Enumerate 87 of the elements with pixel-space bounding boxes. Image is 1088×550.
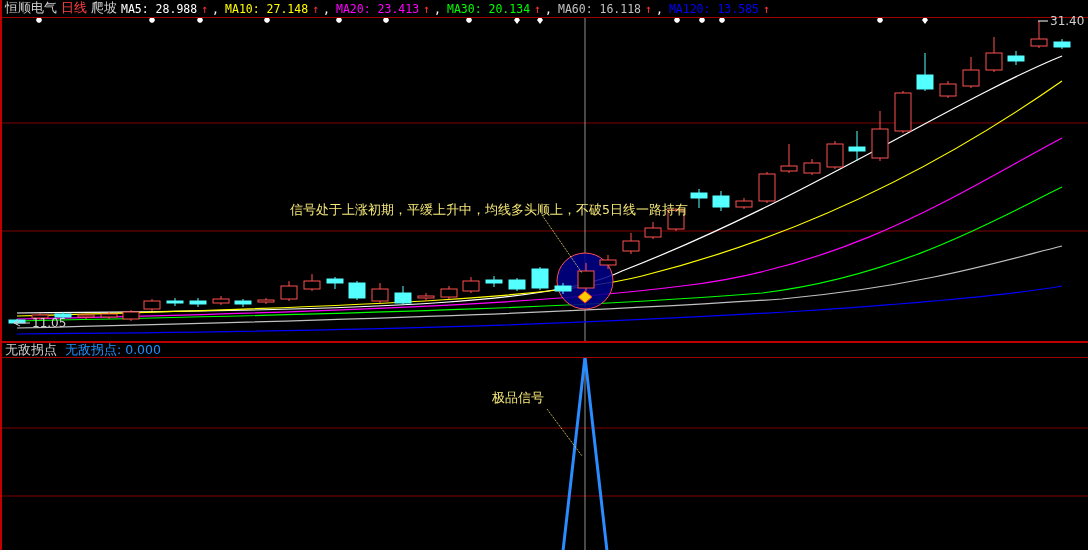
formula-name: 爬坡 bbox=[91, 0, 117, 17]
star-marker-icon bbox=[382, 18, 390, 24]
diamond-marker-icon bbox=[537, 18, 543, 24]
signal-annotation: 极品信号 bbox=[492, 392, 544, 405]
separator-comma: , bbox=[434, 1, 441, 16]
candlestick bbox=[644, 221, 662, 240]
leader-line bbox=[541, 214, 583, 274]
diamond-marker-icon bbox=[514, 18, 520, 24]
moving-average-reading: MA20: 23.413 bbox=[336, 1, 420, 16]
star-marker-icon bbox=[35, 18, 43, 24]
moving-average-reading: MA5: 28.988 bbox=[121, 1, 198, 16]
moving-average-reading: MA10: 27.148 bbox=[225, 1, 309, 16]
candlestick bbox=[758, 171, 776, 204]
candlestick bbox=[371, 282, 389, 304]
star-marker-icon bbox=[718, 18, 726, 24]
moving-average-reading: MA120: 13.585 bbox=[668, 1, 759, 16]
star-marker-icon bbox=[196, 18, 204, 24]
candlestick bbox=[485, 275, 503, 288]
candlestick bbox=[803, 158, 821, 176]
up-arrow-text: ↑ bbox=[534, 1, 541, 16]
candlestick bbox=[712, 190, 730, 212]
up-arrow-text: ↑ bbox=[645, 1, 652, 16]
candlestick bbox=[690, 188, 708, 209]
star-marker-icon bbox=[335, 18, 343, 24]
signal-annotation: 信号处于上涨初期，平缓上升中，均线多头顺上，不破5日线一路持有 bbox=[290, 204, 688, 217]
star-marker-icon bbox=[148, 18, 156, 24]
separator-comma: , bbox=[323, 1, 330, 16]
candlestick bbox=[599, 254, 617, 270]
candlestick bbox=[122, 309, 140, 322]
candlestick bbox=[554, 282, 572, 295]
candlestick bbox=[939, 80, 957, 99]
separator-comma: , bbox=[656, 1, 663, 16]
up-arrow-text: ↑ bbox=[201, 1, 209, 16]
candlestick bbox=[54, 311, 72, 320]
candlestick bbox=[985, 36, 1003, 73]
candlestick bbox=[871, 110, 889, 162]
candlestick bbox=[848, 130, 866, 162]
candlestick bbox=[780, 143, 798, 174]
star-marker-icon bbox=[698, 18, 706, 24]
star-marker-icon bbox=[673, 18, 681, 24]
diamond-marker-icon bbox=[922, 18, 928, 24]
max-price-label: 31.40 bbox=[1050, 15, 1085, 27]
candlestick bbox=[962, 56, 980, 89]
candlestick bbox=[622, 232, 640, 255]
separator-comma: , bbox=[545, 1, 552, 16]
candlestick bbox=[8, 318, 26, 326]
candlestick bbox=[508, 277, 526, 292]
candlestick bbox=[212, 295, 230, 306]
stock-name: 恒顺电气 bbox=[5, 0, 57, 17]
candlestick bbox=[440, 285, 458, 300]
star-marker-icon bbox=[876, 18, 884, 24]
candlestick bbox=[1030, 20, 1048, 49]
candlestick bbox=[894, 90, 912, 134]
leader-line bbox=[546, 408, 583, 457]
star-marker-icon bbox=[465, 18, 473, 24]
candlestick bbox=[826, 140, 844, 170]
indicator-name: 无敌拐点 bbox=[5, 341, 57, 359]
signal-diamond-icon bbox=[577, 290, 593, 304]
candlestick bbox=[326, 276, 344, 290]
candlestick bbox=[394, 285, 412, 306]
candlestick bbox=[735, 197, 753, 210]
min-arrow-icon bbox=[13, 319, 31, 327]
moving-average-reading: MA60: 16.118 bbox=[557, 1, 642, 16]
candlestick bbox=[462, 276, 480, 294]
star-marker-icon bbox=[263, 18, 271, 24]
candlestick bbox=[143, 298, 161, 312]
up-arrow-text: ↑ bbox=[762, 1, 770, 16]
candlestick bbox=[234, 298, 252, 308]
up-arrow-text: ↑ bbox=[312, 1, 320, 16]
candlestick bbox=[1053, 38, 1071, 50]
up-arrow-text: ↑ bbox=[423, 1, 431, 16]
candlestick bbox=[77, 312, 95, 320]
candlestick bbox=[1007, 50, 1025, 66]
max-leader-line bbox=[1037, 20, 1049, 22]
moving-average-reading: MA30: 20.134 bbox=[447, 1, 531, 16]
candlestick bbox=[348, 280, 366, 301]
candlestick bbox=[417, 292, 435, 302]
period-label: 日线 bbox=[61, 0, 87, 17]
separator-comma: , bbox=[212, 1, 220, 16]
candlestick bbox=[257, 297, 275, 305]
candlestick bbox=[100, 311, 118, 320]
candlestick bbox=[531, 266, 549, 291]
candlestick bbox=[280, 280, 298, 302]
candlestick bbox=[916, 52, 934, 92]
candlestick bbox=[577, 262, 595, 292]
indicator-reading: 无敌拐点: 0.000 bbox=[65, 341, 161, 359]
candlestick bbox=[303, 273, 321, 292]
